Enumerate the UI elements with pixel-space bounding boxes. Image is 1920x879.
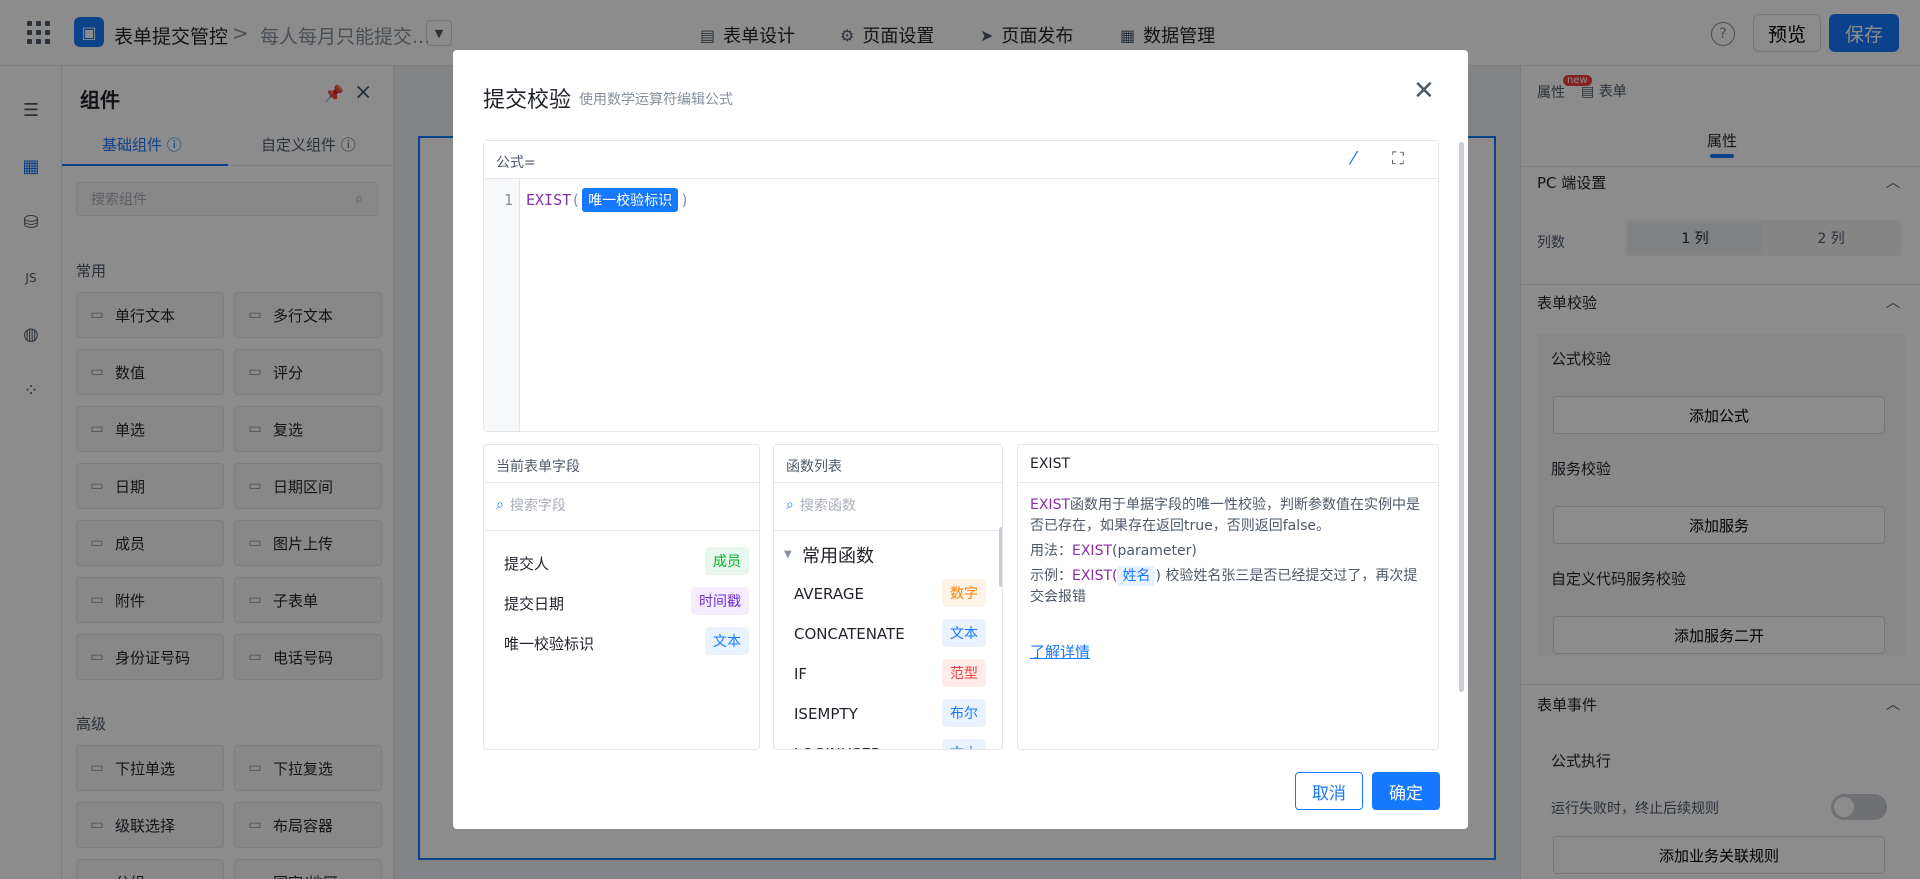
usage-args: (parameter) [1112, 543, 1197, 559]
search-icon: ⌕ [496, 497, 504, 513]
doc-title: EXIST [1018, 445, 1438, 483]
doc-example: 示例：EXIST(姓名) 校验姓名张三是否已经提交过了，再次提交会报错 [1030, 566, 1420, 608]
function-name[interactable]: AVERAGE [794, 585, 864, 603]
function-name[interactable]: LOGINUSER [794, 745, 881, 749]
function-type-tag: 布尔 [942, 699, 986, 727]
pane-title: 函数列表 [774, 445, 1002, 483]
submit-validation-dialog: 提交校验 使用数学运算符编辑公式 ✕ 公式= ⁄ ⛶ 1 EXIST(唯一校验标… [453, 50, 1468, 829]
function-name[interactable]: CONCATENATE [794, 625, 905, 643]
fullscreen-icon[interactable]: ⛶ [1392, 149, 1404, 169]
line-gutter [484, 179, 520, 431]
doc-usage: 用法：EXIST(parameter) [1030, 541, 1420, 562]
dialog-subtitle: 使用数学运算符编辑公式 [579, 92, 733, 108]
function-list-pane: 函数列表 ⌕ 搜索函数 ▼ 常用函数 AVERAGE 数字 CONCATENATE 文本… [773, 444, 1003, 750]
divider [484, 530, 759, 531]
formula-label: 公式= [496, 155, 536, 171]
search-icon: ⌕ [786, 497, 794, 513]
divider [774, 530, 1002, 531]
usage-label: 用法： [1030, 543, 1072, 559]
example-field-chip: 姓名 [1117, 566, 1156, 586]
code-paren-close: ) [680, 191, 690, 209]
field-type-tag: 文本 [705, 627, 749, 655]
field-type-tag: 成员 [705, 547, 749, 575]
form-fields-pane: 当前表单字段 ⌕ 搜索字段 提交人 成员提交日期 时间戳唯一校验标识 文本 [483, 444, 760, 750]
cancel-button[interactable]: 取消 [1295, 772, 1363, 810]
function-type-tag: 数字 [942, 579, 986, 607]
dialog-title: 提交校验 [483, 88, 572, 113]
function-search-input[interactable]: ⌕ 搜索函数 [786, 495, 856, 515]
formula-editor-header: 公式= ⁄ ⛶ [484, 141, 1438, 179]
learn-more-link[interactable]: 了解详情 [1030, 641, 1090, 662]
field-name[interactable]: 唯一校验标识 [504, 633, 594, 654]
code-function: EXIST [526, 191, 572, 209]
function-type-tag: 文本 [942, 619, 986, 647]
example-label: 示例： [1030, 568, 1072, 584]
confirm-button[interactable]: 确定 [1372, 772, 1440, 810]
function-list-scrollbar[interactable] [999, 527, 1002, 587]
doc-function-name: EXIST [1030, 497, 1071, 513]
caret-down-icon[interactable]: ▼ [784, 549, 792, 560]
function-group-title[interactable]: 常用函数 [802, 542, 874, 568]
field-type-tag: 时间戳 [691, 587, 749, 615]
formula-editor: 公式= ⁄ ⛶ 1 EXIST(唯一校验标识) [483, 140, 1439, 432]
doc-description: EXIST函数用于单据字段的唯一性校验，判断参数值在实例中是否已存在，如果存在返… [1030, 495, 1420, 537]
code-paren-open: ( [571, 191, 581, 209]
formula-code[interactable]: EXIST(唯一校验标识) [526, 188, 689, 212]
line-number: 1 [504, 191, 514, 209]
function-name[interactable]: ISEMPTY [794, 705, 858, 723]
doc-description-text: 函数用于单据字段的唯一性校验，判断参数值在实例中是否已存在，如果存在返回true… [1030, 497, 1421, 534]
pane-title: 当前表单字段 [484, 445, 759, 483]
usage-function: EXIST [1072, 543, 1113, 559]
field-search-input[interactable]: ⌕ 搜索字段 [496, 495, 566, 515]
function-type-tag: 文本 [942, 739, 986, 749]
close-icon[interactable]: ✕ [1413, 76, 1435, 106]
field-name[interactable]: 提交日期 [504, 593, 564, 614]
example-function: EXIST( [1072, 568, 1118, 584]
search-placeholder: 搜索函数 [799, 498, 856, 514]
function-doc-pane: EXIST EXIST函数用于单据字段的唯一性校验，判断参数值在实例中是否已存在… [1017, 444, 1439, 750]
code-field-chip[interactable]: 唯一校验标识 [582, 188, 679, 212]
dialog-scrollbar[interactable] [1459, 142, 1464, 692]
doc-body: EXIST函数用于单据字段的唯一性校验，判断参数值在实例中是否已存在，如果存在返… [1030, 495, 1420, 608]
function-name[interactable]: IF [794, 665, 807, 683]
magic-wand-icon[interactable]: ⁄ [1352, 148, 1355, 169]
search-placeholder: 搜索字段 [509, 498, 566, 514]
function-type-tag: 范型 [942, 659, 986, 687]
field-name[interactable]: 提交人 [504, 553, 549, 574]
